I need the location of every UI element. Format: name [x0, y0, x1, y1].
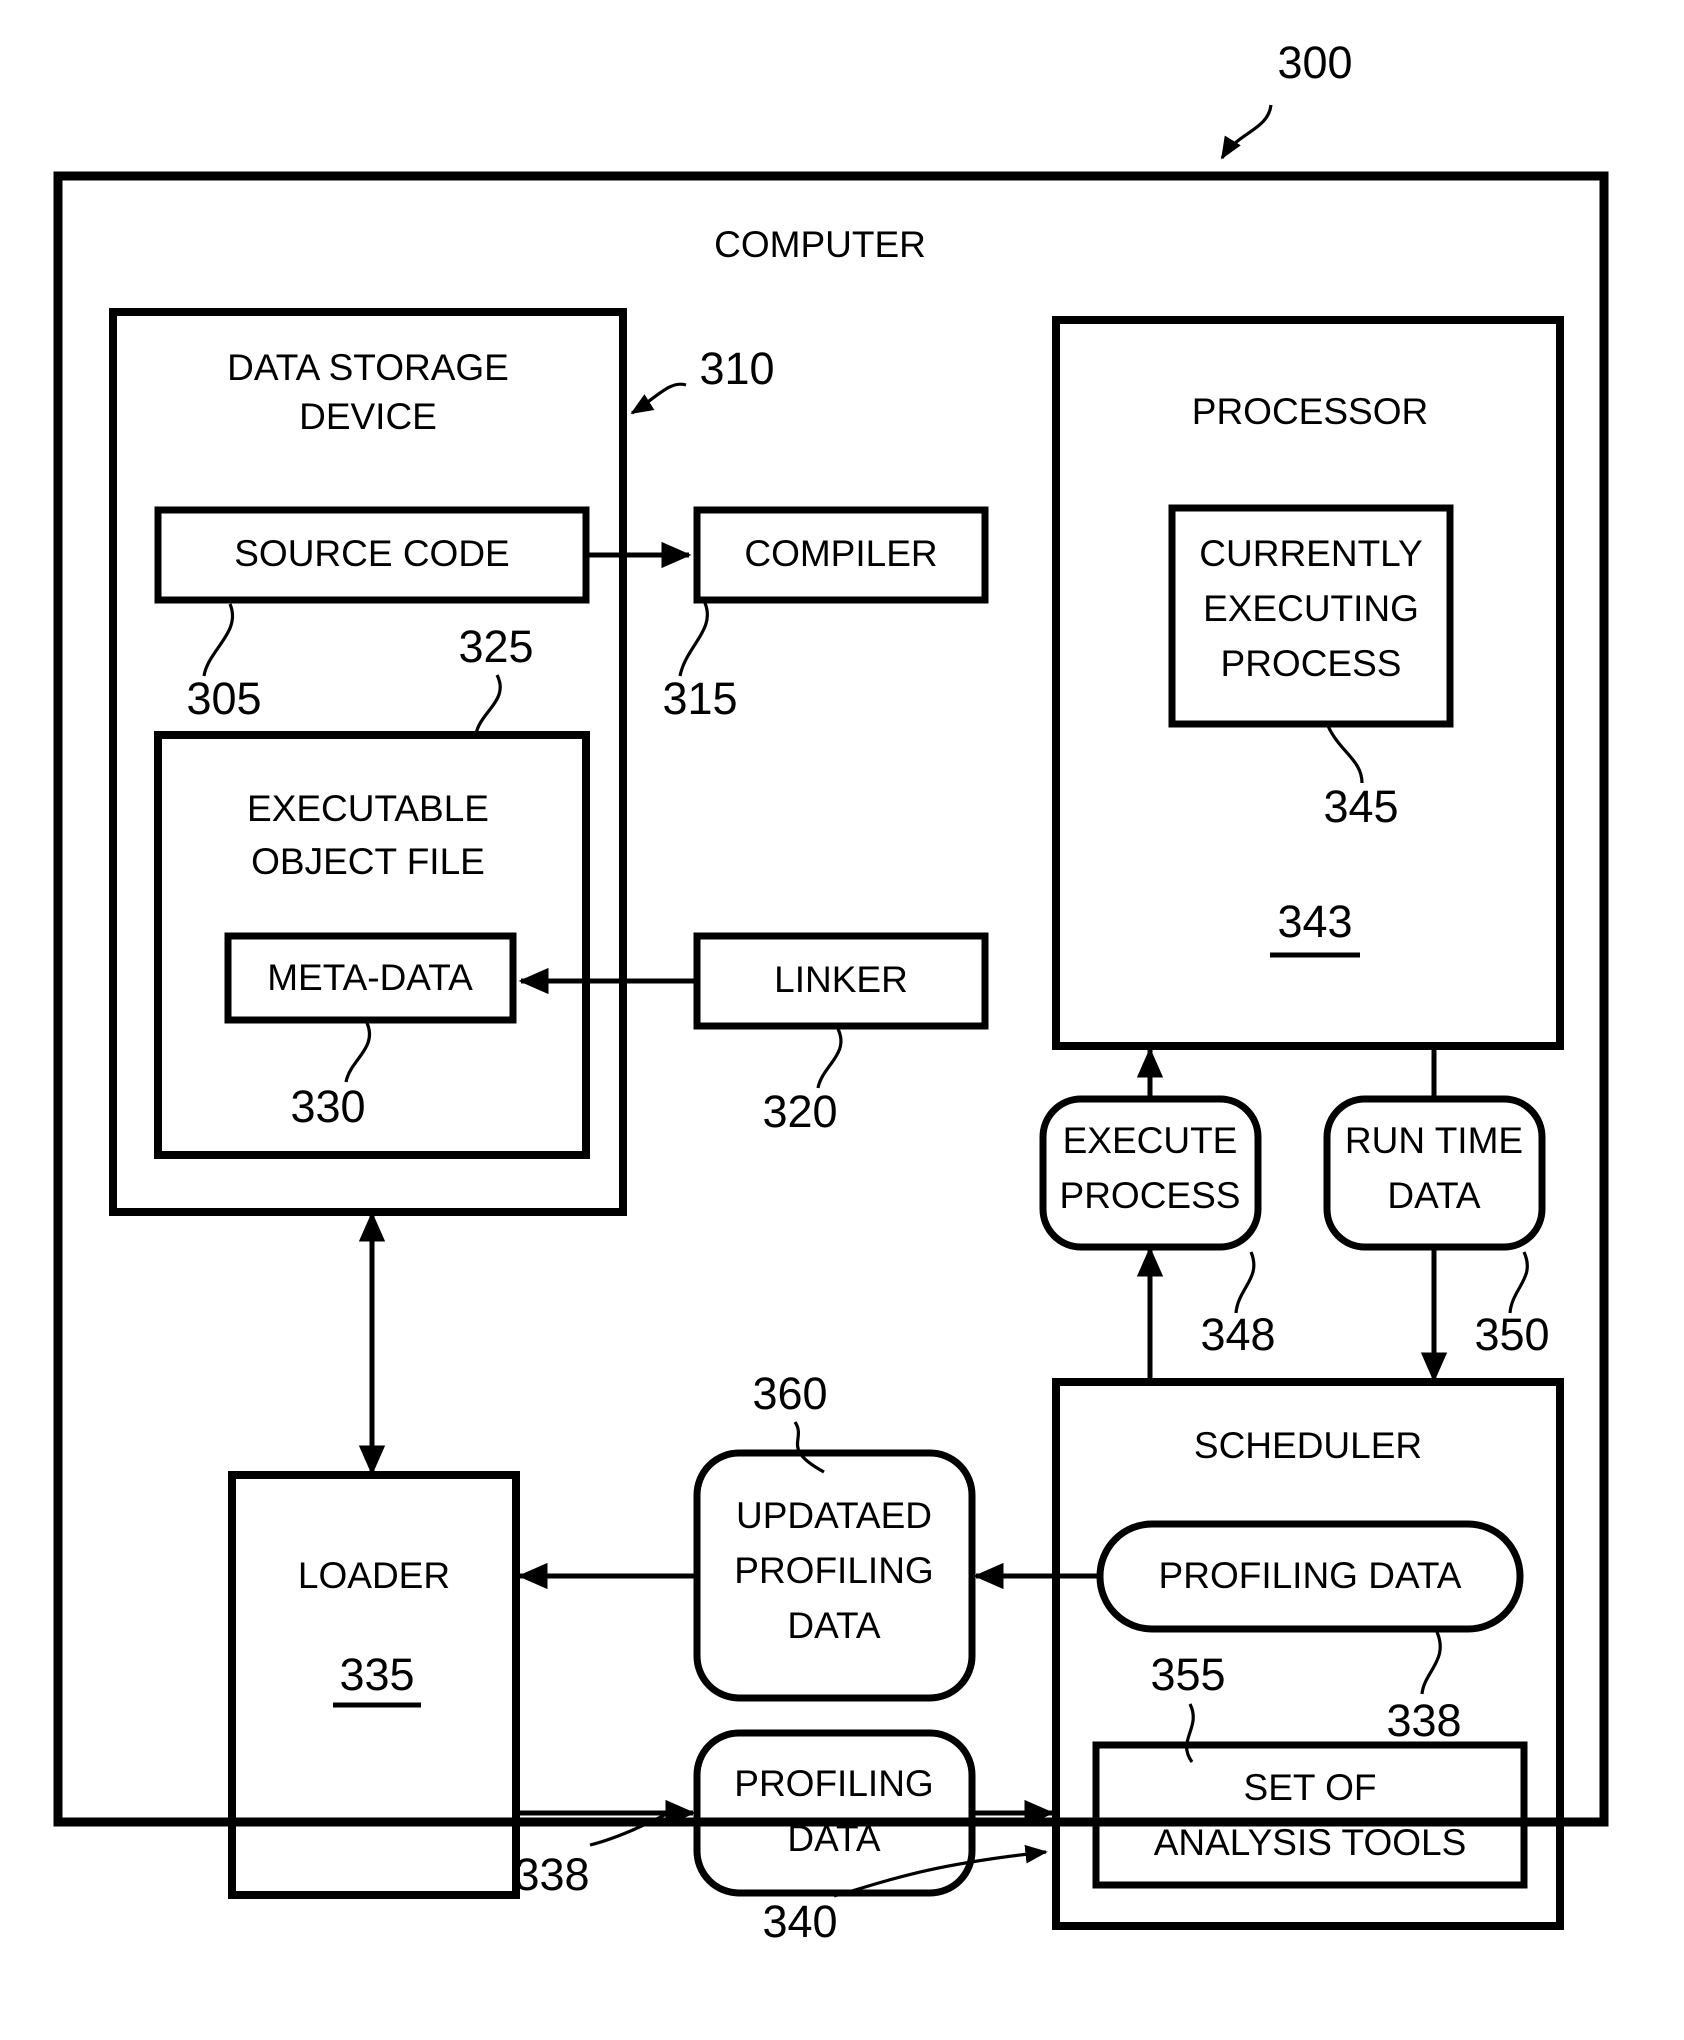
ref-343: 343	[1277, 896, 1352, 947]
lead-line-360	[793, 1421, 825, 1474]
set-of-analysis-tools-line1: SET OF	[1244, 1767, 1377, 1808]
currently-executing-process-line3: PROCESS	[1221, 643, 1402, 684]
ref-338-loader: 338	[514, 1849, 589, 1900]
lead-line-300	[1220, 104, 1273, 160]
ref-310: 310	[699, 343, 774, 394]
figure-number-300: 300	[1277, 37, 1352, 88]
lead-line-310	[630, 382, 687, 415]
data-storage-device-label-line2: DEVICE	[299, 396, 437, 437]
executable-object-file-label-line2: OBJECT FILE	[251, 841, 485, 882]
lead-line-355	[1185, 1703, 1195, 1763]
lead-line-325	[474, 674, 502, 735]
ref-330: 330	[290, 1081, 365, 1132]
scheduler-label: SCHEDULER	[1194, 1425, 1422, 1466]
ref-360: 360	[752, 1368, 827, 1419]
lead-line-315	[678, 602, 709, 677]
execute-process-line1: EXECUTE	[1063, 1120, 1238, 1161]
data-storage-device-label-line1: DATA STORAGE	[227, 347, 509, 388]
scheduler-profiling-data-label: PROFILING DATA	[1159, 1555, 1462, 1596]
run-time-data-line1: RUN TIME	[1345, 1120, 1523, 1161]
compiler-label: COMPILER	[744, 533, 937, 574]
lead-line-330	[344, 1022, 371, 1083]
loader-profiling-data-line2: DATA	[787, 1818, 881, 1859]
lead-line-320	[816, 1028, 843, 1089]
ref-315: 315	[662, 673, 737, 724]
processor-label: PROCESSOR	[1192, 391, 1428, 432]
set-of-analysis-tools-line2: ANALYSIS TOOLS	[1154, 1822, 1467, 1863]
ref-350: 350	[1474, 1309, 1549, 1360]
loader-profiling-data-line1: PROFILING	[734, 1763, 933, 1804]
executable-object-file-label-line1: EXECUTABLE	[247, 788, 489, 829]
meta-data-label: META-DATA	[267, 957, 473, 998]
data-storage-device-box	[109, 308, 627, 1216]
lead-line-348	[1234, 1251, 1256, 1314]
ref-355: 355	[1150, 1649, 1225, 1700]
lead-line-338-scheduler	[1420, 1631, 1442, 1695]
ref-345: 345	[1323, 781, 1398, 832]
ref-335: 335	[339, 1649, 414, 1700]
figure-canvas: 300 COMPUTER DATA STORAGE DEVICE 310 SOU…	[53, 37, 1609, 1947]
ref-340: 340	[762, 1896, 837, 1947]
run-time-data-line2: DATA	[1387, 1175, 1481, 1216]
ref-325: 325	[458, 621, 533, 672]
lead-line-305	[202, 603, 234, 677]
updated-profiling-data-line3: DATA	[787, 1605, 881, 1646]
ref-338-scheduler: 338	[1386, 1695, 1461, 1746]
updated-profiling-data-line1: UPDATAED	[736, 1495, 932, 1536]
execute-process-line2: PROCESS	[1060, 1175, 1241, 1216]
ref-348: 348	[1200, 1309, 1275, 1360]
ref-305: 305	[186, 673, 261, 724]
currently-executing-process-line2: EXECUTING	[1203, 588, 1419, 629]
lead-line-345	[1326, 725, 1364, 784]
source-code-label: SOURCE CODE	[234, 533, 509, 574]
linker-label: LINKER	[774, 959, 908, 1000]
loader-label: LOADER	[298, 1555, 450, 1596]
computer-label: COMPUTER	[714, 224, 926, 265]
lead-line-350	[1508, 1251, 1529, 1314]
currently-executing-process-line1: CURRENTLY	[1199, 533, 1422, 574]
ref-320: 320	[762, 1086, 837, 1137]
updated-profiling-data-line2: PROFILING	[734, 1550, 933, 1591]
patent-figure-300: 300 COMPUTER DATA STORAGE DEVICE 310 SOU…	[0, 0, 1684, 2040]
